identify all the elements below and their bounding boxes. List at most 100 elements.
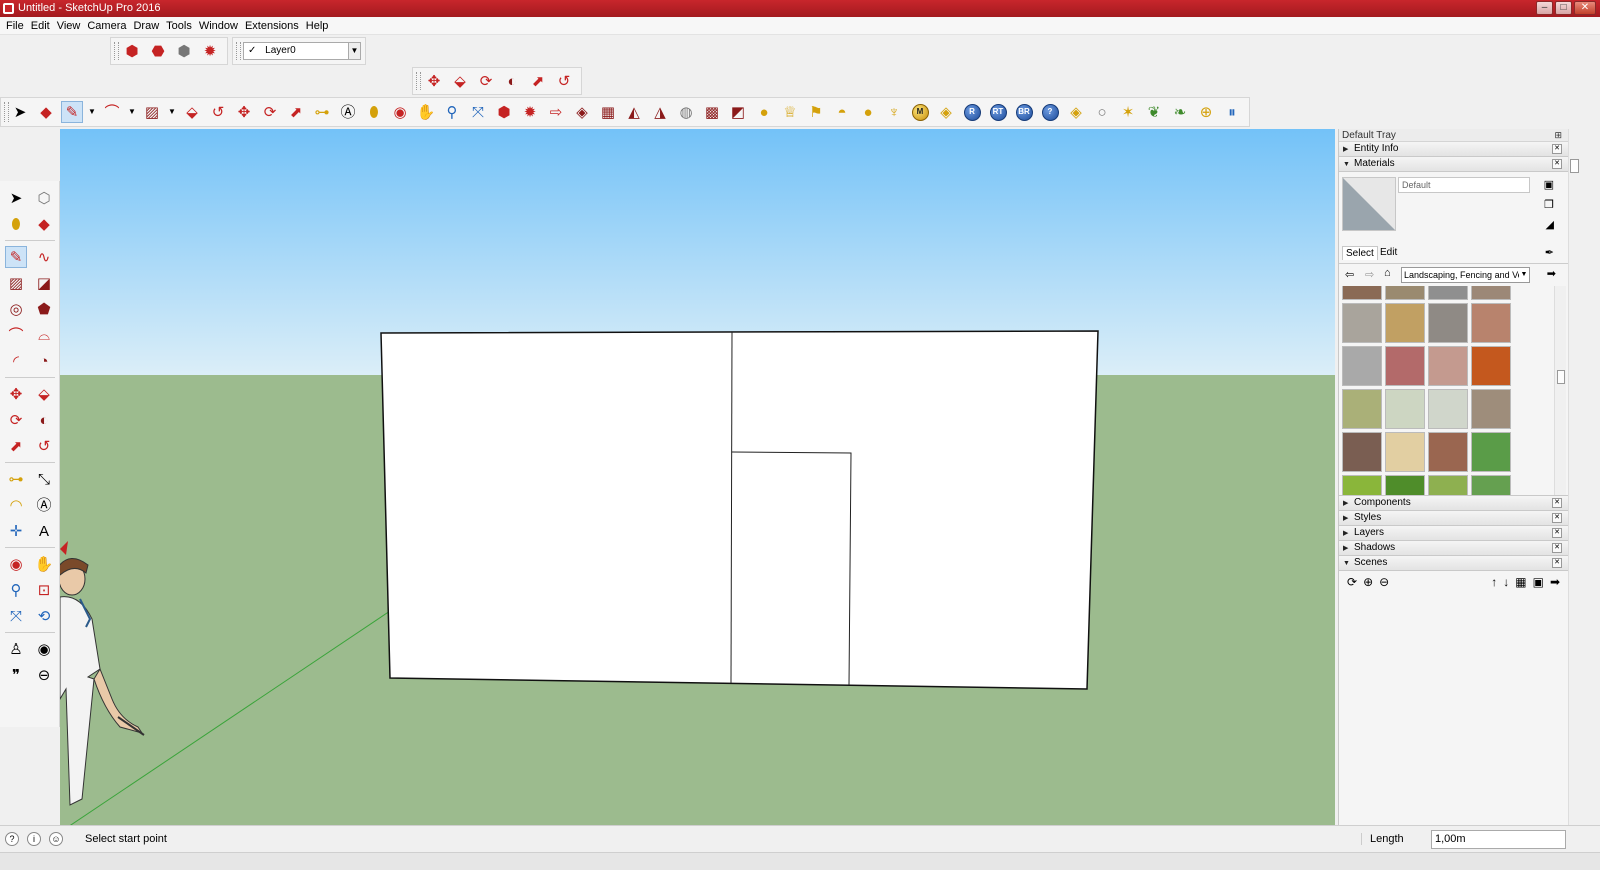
light-sphere-icon[interactable]: ● bbox=[857, 101, 879, 123]
chevron-down-icon[interactable]: ▼ bbox=[348, 43, 360, 59]
3d-warehouse-icon[interactable]: ⬢ bbox=[121, 40, 143, 62]
share-model-icon[interactable]: ⬣ bbox=[147, 40, 169, 62]
default-material-icon[interactable]: ◢ bbox=[1546, 218, 1554, 231]
zoom-extents-icon[interactable]: ⤧ bbox=[5, 605, 27, 627]
walk-icon[interactable]: ❞ bbox=[5, 664, 27, 686]
layer-select[interactable]: ✓ Layer0 ▼ bbox=[243, 42, 361, 60]
material-swatch-tile[interactable] bbox=[1342, 475, 1382, 495]
layout-send-icon[interactable]: ⇨ bbox=[545, 101, 567, 123]
panel-materials[interactable]: ▼ Materials ✕ bbox=[1339, 157, 1568, 172]
create-material-icon[interactable]: ❐ bbox=[1544, 198, 1554, 211]
sun-sphere-icon[interactable]: ● bbox=[753, 101, 775, 123]
menu-camera[interactable]: Camera bbox=[87, 20, 133, 32]
close-icon[interactable]: ✕ bbox=[1552, 543, 1562, 553]
position-camera-icon[interactable]: ♙ bbox=[5, 638, 27, 660]
push-pull-icon[interactable]: ⬙ bbox=[449, 70, 471, 92]
rectangle-tool-icon[interactable]: ▨ bbox=[5, 272, 27, 294]
follow-me-icon[interactable]: ◐ bbox=[501, 70, 523, 92]
scale-icon[interactable]: ⬈ bbox=[285, 101, 307, 123]
chevron-down-icon[interactable]: ▼ bbox=[127, 101, 137, 123]
panel-entity-info[interactable]: ▶ Entity Info ✕ bbox=[1339, 142, 1568, 157]
follow-me-icon[interactable]: ◐ bbox=[33, 409, 55, 431]
axes-icon[interactable]: ✛ bbox=[5, 520, 27, 542]
lamp-icon[interactable]: ♕ bbox=[779, 101, 801, 123]
batch-render-icon[interactable]: BR bbox=[1013, 101, 1035, 123]
material-swatch-tile[interactable] bbox=[1385, 286, 1425, 300]
credits-icon[interactable]: i bbox=[27, 832, 41, 846]
move-icon[interactable]: ✥ bbox=[423, 70, 445, 92]
move-icon[interactable]: ✥ bbox=[233, 101, 255, 123]
material-swatch-tile[interactable] bbox=[1385, 432, 1425, 472]
zoom-extents-icon[interactable]: ⤧ bbox=[467, 101, 489, 123]
sphere-icon[interactable]: ○ bbox=[1091, 101, 1113, 123]
scale-icon[interactable]: ⬈ bbox=[5, 435, 27, 457]
geolocation-icon[interactable]: ? bbox=[5, 832, 19, 846]
push-pull-icon[interactable]: ⬙ bbox=[181, 101, 203, 123]
section-plane-icon[interactable]: ⊖ bbox=[33, 664, 55, 686]
material-swatch-tile[interactable] bbox=[1385, 346, 1425, 386]
extension-warehouse-icon[interactable]: ✹ bbox=[519, 101, 541, 123]
rotate-icon[interactable]: ⟳ bbox=[475, 70, 497, 92]
panel-layers[interactable]: ▶ Layers ✕ bbox=[1339, 526, 1568, 541]
close-icon[interactable]: ✕ bbox=[1552, 513, 1562, 523]
spotlight-icon[interactable]: ♆ bbox=[883, 101, 905, 123]
menu-help[interactable]: Help bbox=[306, 20, 336, 32]
material-swatch-tile[interactable] bbox=[1471, 475, 1511, 495]
zoom-window-icon[interactable]: ⊡ bbox=[33, 579, 55, 601]
move-scene-down-icon[interactable]: ↓ bbox=[1503, 575, 1509, 589]
text-tool-icon[interactable]: Ⓐ bbox=[337, 101, 359, 123]
material-swatch[interactable] bbox=[1342, 177, 1396, 231]
details-arrow-icon[interactable]: ➡ bbox=[1547, 267, 1556, 280]
line-tool-icon[interactable]: ✎ bbox=[61, 101, 83, 123]
extension-warehouse-icon[interactable]: ✹ bbox=[199, 40, 221, 62]
details-arrow-icon[interactable]: ➡ bbox=[1550, 575, 1560, 589]
move-scene-up-icon[interactable]: ↑ bbox=[1491, 575, 1497, 589]
tape-measure-icon[interactable]: ⊶ bbox=[311, 101, 333, 123]
plants-icon[interactable]: ❦ bbox=[1143, 101, 1165, 123]
material-swatch-tile[interactable] bbox=[1471, 389, 1511, 429]
tag-icon[interactable]: ◈ bbox=[935, 101, 957, 123]
globe-icon[interactable]: ⊕ bbox=[1195, 101, 1217, 123]
material-swatch-tile[interactable] bbox=[1428, 389, 1468, 429]
paint-bucket-icon[interactable]: ⬮ bbox=[5, 213, 27, 235]
material-swatch-tile[interactable] bbox=[1471, 346, 1511, 386]
material-swatch-tile[interactable] bbox=[1471, 303, 1511, 343]
menu-tools[interactable]: Tools bbox=[166, 20, 199, 32]
make-component-icon[interactable]: ⬡ bbox=[33, 187, 55, 209]
pie-tool-icon[interactable]: ◔ bbox=[33, 350, 55, 372]
close-icon[interactable]: ✕ bbox=[1552, 558, 1562, 568]
close-icon[interactable]: ✕ bbox=[1552, 528, 1562, 538]
3d-warehouse-icon[interactable]: ⬢ bbox=[493, 101, 515, 123]
maximize-button[interactable]: □ bbox=[1555, 1, 1572, 15]
tape-measure-icon[interactable]: ⊶ bbox=[5, 468, 27, 490]
sandbox-from-scratch-icon[interactable]: ▦ bbox=[597, 101, 619, 123]
material-swatch-tile[interactable] bbox=[1428, 346, 1468, 386]
measurement-input[interactable]: 1,00m bbox=[1431, 830, 1566, 849]
menu-edit[interactable]: Edit bbox=[31, 20, 57, 32]
text-tool-icon[interactable]: Ⓐ bbox=[33, 494, 55, 516]
material-swatch-tile[interactable] bbox=[1428, 286, 1468, 300]
dome-icon[interactable]: ◓ bbox=[831, 101, 853, 123]
panel-components[interactable]: ▶ Components ✕ bbox=[1339, 496, 1568, 511]
swatch-scrollbar[interactable] bbox=[1554, 286, 1566, 495]
material-swatch-tile[interactable] bbox=[1342, 303, 1382, 343]
rotate-icon[interactable]: ⟳ bbox=[259, 101, 281, 123]
freehand-icon[interactable]: ∿ bbox=[33, 246, 55, 268]
pan-hand-icon[interactable]: ✋ bbox=[33, 553, 55, 575]
menu-file[interactable]: File bbox=[6, 20, 31, 32]
wand-icon[interactable]: ✶ bbox=[1117, 101, 1139, 123]
add-scene-icon[interactable]: ⊕ bbox=[1363, 575, 1373, 589]
zoom-icon[interactable]: ⚲ bbox=[5, 579, 27, 601]
arc-tool-icon[interactable]: ⌒ bbox=[5, 324, 27, 346]
protractor-icon[interactable]: ◠ bbox=[5, 494, 27, 516]
tab-select[interactable]: Select bbox=[1342, 246, 1378, 260]
tab-edit[interactable]: Edit bbox=[1377, 246, 1400, 259]
pin-icon[interactable]: ⊞ bbox=[1554, 129, 1562, 142]
rotated-rectangle-icon[interactable]: ◪ bbox=[33, 272, 55, 294]
look-around-icon[interactable]: ◉ bbox=[33, 638, 55, 660]
sample-paint-icon[interactable]: ✒ bbox=[1545, 246, 1554, 259]
forward-arrow-icon[interactable]: ⇨ bbox=[1365, 268, 1374, 281]
eraser-icon[interactable]: ◆ bbox=[35, 101, 57, 123]
menu-view[interactable]: View bbox=[57, 20, 88, 32]
close-icon[interactable]: ✕ bbox=[1552, 159, 1562, 169]
